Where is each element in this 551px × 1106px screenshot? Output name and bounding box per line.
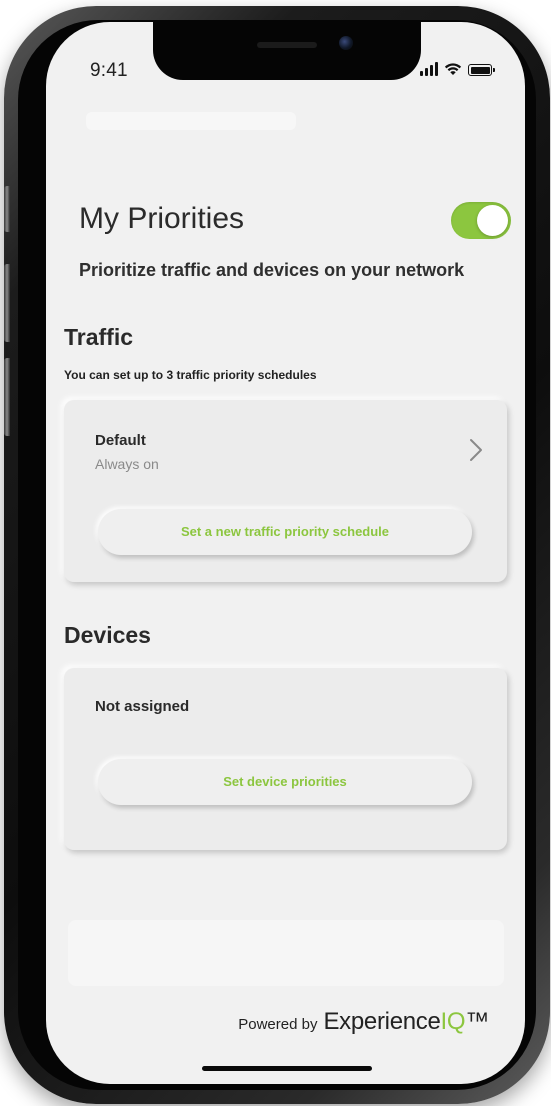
brand-suffix: IQ bbox=[440, 1008, 466, 1035]
traffic-card: Default Always on Set a new traffic prio… bbox=[64, 400, 507, 582]
chevron-right-icon[interactable] bbox=[468, 438, 484, 462]
page-title: My Priorities bbox=[79, 202, 245, 235]
earpiece-speaker bbox=[257, 42, 317, 48]
schedule-title: Default bbox=[95, 432, 146, 449]
traffic-heading: Traffic bbox=[64, 324, 134, 350]
faded-header-placeholder bbox=[86, 112, 296, 130]
toggle-knob bbox=[477, 205, 508, 236]
home-indicator[interactable] bbox=[202, 1066, 372, 1071]
traffic-schedule-row[interactable]: Default Always on bbox=[64, 400, 507, 490]
set-device-priorities-button[interactable]: Set device priorities bbox=[98, 759, 472, 805]
volume-down-button bbox=[4, 358, 10, 436]
devices-heading: Devices bbox=[64, 622, 151, 648]
cellular-signal-icon bbox=[420, 62, 438, 76]
devices-card: Not assigned Set device priorities bbox=[64, 668, 507, 850]
status-time: 9:41 bbox=[90, 60, 128, 81]
front-camera bbox=[339, 36, 353, 50]
notch bbox=[153, 22, 421, 80]
powered-by-label: Powered by bbox=[238, 1016, 318, 1033]
status-icons bbox=[420, 60, 495, 76]
schedule-status: Always on bbox=[95, 456, 159, 472]
volume-up-button bbox=[4, 264, 10, 342]
wifi-icon bbox=[444, 63, 462, 75]
app-screen: 9:41 My Priorities Prioritize traffic an… bbox=[46, 22, 525, 1084]
phone-frame: 9:41 My Priorities Prioritize traffic an… bbox=[4, 6, 550, 1104]
page-subtitle: Prioritize traffic and devices on your n… bbox=[79, 260, 465, 280]
battery-icon bbox=[468, 64, 495, 76]
priorities-toggle[interactable] bbox=[451, 202, 511, 239]
mute-switch bbox=[4, 186, 10, 232]
faded-content-placeholder bbox=[68, 920, 504, 986]
traffic-schedule-note: You can set up to 3 traffic priority sch… bbox=[64, 368, 317, 382]
devices-status: Not assigned bbox=[95, 698, 190, 715]
brand-trademark: ™ bbox=[465, 1008, 489, 1035]
brand-logo: ExperienceIQ™ bbox=[323, 1008, 489, 1036]
powered-by-footer: Powered by ExperienceIQ™ bbox=[238, 1008, 489, 1036]
brand-prefix: Experience bbox=[323, 1008, 441, 1035]
new-traffic-schedule-button[interactable]: Set a new traffic priority schedule bbox=[98, 509, 472, 555]
